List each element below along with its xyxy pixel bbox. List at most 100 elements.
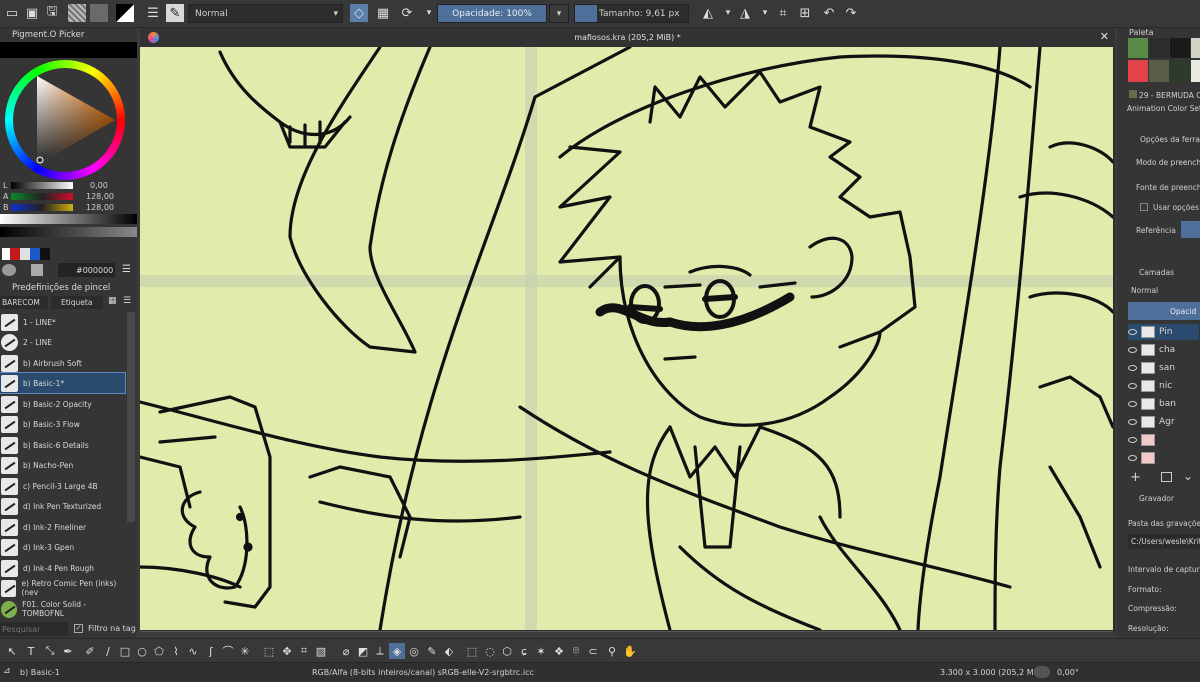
channel-l-value[interactable]: 0,00 — [90, 181, 108, 190]
current-color-bar[interactable] — [0, 42, 137, 58]
dropdown-icon[interactable]: ▾ — [756, 4, 774, 22]
bezier-select-icon[interactable]: ⌾ — [568, 643, 584, 659]
list-item[interactable]: b) Basic-6 Details — [0, 435, 125, 455]
contiguous-select-icon[interactable]: ✶ — [533, 643, 549, 659]
palette-name[interactable]: 29 - BERMUDA C — [1139, 91, 1200, 100]
list-item[interactable]: d) Ink-3 Gpen — [0, 537, 125, 557]
list-item[interactable]: b) Nacho-Pen — [0, 455, 125, 475]
ellipse-tool-icon[interactable]: ○ — [134, 643, 150, 659]
document-tab[interactable]: mafiosos.kra (205,2 MiB) * ✕ — [140, 28, 1115, 47]
opacity-slider[interactable]: Opacidade: 100% — [437, 4, 547, 23]
edit-shapes-icon[interactable]: ⤡ — [42, 643, 58, 659]
move-icon[interactable]: ✥ — [279, 643, 295, 659]
magnetic-select-icon[interactable]: ⊂ — [585, 643, 601, 659]
eye-icon[interactable] — [1128, 365, 1137, 371]
text-tool-icon[interactable]: T — [23, 643, 39, 659]
list-item[interactable]: b) Basic-3 Flow — [0, 414, 125, 434]
transform-icon[interactable]: ⬚ — [261, 643, 277, 659]
bezier-tool-icon[interactable]: ∿ — [185, 643, 201, 659]
mirror-horizontal-icon[interactable]: ◭ — [699, 4, 717, 22]
rectangle-tool-icon[interactable]: □ — [117, 643, 133, 659]
palette-swatch[interactable] — [1170, 60, 1190, 82]
fg-bg-color-swatch[interactable] — [116, 4, 134, 22]
redo-icon[interactable]: ↷ — [842, 4, 860, 22]
palette-swatch[interactable] — [1191, 38, 1200, 58]
list-item[interactable]: b) Basic-1* — [0, 372, 126, 394]
tag-button[interactable]: Etiqueta — [51, 296, 103, 309]
color-history[interactable] — [2, 248, 82, 260]
menu-icon[interactable]: ☰ — [122, 264, 131, 275]
list-item[interactable]: d) Ink Pen Texturized — [0, 496, 125, 516]
smart-patch-icon[interactable]: ✎ — [424, 643, 440, 659]
eye-icon[interactable] — [1128, 329, 1137, 335]
preserve-alpha-icon[interactable]: ▦ — [374, 4, 392, 22]
layer-row[interactable]: Agr — [1128, 414, 1199, 430]
color-picker-icon[interactable]: ⌀ — [338, 643, 354, 659]
menu-icon[interactable]: ☰ — [123, 296, 131, 306]
hex-input[interactable]: #000000 — [58, 263, 115, 277]
palette-icon[interactable] — [31, 264, 43, 276]
layer-row[interactable]: nic — [1128, 378, 1199, 394]
freehand-select-icon[interactable]: ɕ — [516, 643, 532, 659]
brush-status-icon[interactable]: ⊿ — [3, 666, 11, 676]
layer-row[interactable]: san — [1128, 360, 1199, 376]
similar-select-icon[interactable]: ❖ — [551, 643, 567, 659]
calligraphy-icon[interactable]: ✒ — [60, 643, 76, 659]
filter-checkbox[interactable]: ✓ — [74, 624, 83, 633]
preset-tag-select[interactable]: BARECOM — [0, 296, 48, 309]
flow-dropdown[interactable]: ▾ — [549, 4, 569, 23]
reference-button[interactable] — [1181, 221, 1200, 238]
palette-swatch[interactable] — [1170, 38, 1190, 58]
palette-swatch[interactable] — [1191, 60, 1200, 82]
undo-icon[interactable]: ↶ — [820, 4, 838, 22]
polygon-select-icon[interactable]: ⬡ — [499, 643, 515, 659]
mirror-vertical-icon[interactable]: ◮ — [736, 4, 754, 22]
chevron-down-icon[interactable]: ⌄ — [1183, 469, 1193, 483]
channel-b-slider[interactable] — [11, 204, 73, 211]
dropdown-icon[interactable]: ▾ — [420, 4, 438, 22]
channel-l-slider[interactable] — [11, 182, 73, 189]
assistant-icon[interactable]: ◩ — [355, 643, 371, 659]
palette-swatch[interactable] — [1149, 60, 1169, 82]
eraser-mode-icon[interactable]: ◇ — [350, 4, 368, 22]
list-item[interactable]: 2 - LINE — [0, 332, 125, 352]
layer-row[interactable] — [1128, 432, 1199, 448]
rotation-icon[interactable] — [1034, 666, 1050, 678]
freehand-path-icon[interactable]: ʃ — [203, 643, 219, 659]
layer-row[interactable]: ban — [1128, 396, 1199, 412]
polygon-tool-icon[interactable]: ⬠ — [151, 643, 167, 659]
zoom-icon[interactable]: ⚲ — [604, 643, 620, 659]
dropdown-icon[interactable]: ▾ — [719, 4, 737, 22]
brush-tip-icon[interactable] — [2, 264, 16, 276]
pan-icon[interactable]: ✋ — [622, 643, 638, 659]
pattern-swatch[interactable] — [68, 4, 86, 22]
new-document-icon[interactable]: ▭ — [3, 4, 21, 22]
measure-icon[interactable]: ⟂ — [372, 643, 388, 659]
eye-icon[interactable] — [1128, 455, 1137, 461]
fill-tool-icon[interactable]: ◈ — [389, 643, 405, 659]
duplicate-layer-icon[interactable] — [1161, 472, 1172, 482]
close-icon[interactable]: ✕ — [1100, 30, 1109, 43]
list-item[interactable]: b) Basic-2 Opacity — [0, 394, 125, 414]
list-item[interactable]: F01. Color Solid - TOMBOFNL — [0, 599, 125, 619]
canvas-hscroll[interactable] — [140, 631, 1113, 632]
polyline-tool-icon[interactable]: ⌇ — [168, 643, 184, 659]
open-document-icon[interactable]: ▣ — [23, 4, 41, 22]
brush-editor-icon[interactable]: ☰ — [144, 4, 162, 22]
drawing-canvas[interactable] — [140, 47, 1113, 630]
eye-icon[interactable] — [1128, 347, 1137, 353]
add-layer-icon[interactable]: + — [1130, 470, 1141, 485]
gradient-icon[interactable]: ▧ — [313, 643, 329, 659]
lightness-slider[interactable] — [0, 227, 137, 237]
gradient-swatch[interactable] — [90, 4, 108, 22]
dynamic-brush-icon[interactable]: ⌒ — [220, 643, 236, 659]
brush-preset-icon[interactable]: ✎ — [166, 4, 184, 22]
palette-swatch[interactable] — [1128, 60, 1148, 82]
list-item[interactable]: c) Pencil-3 Large 4B — [0, 476, 125, 496]
palette-swatch[interactable] — [1128, 38, 1148, 58]
eye-icon[interactable] — [1128, 401, 1137, 407]
grid-view-icon[interactable]: ▦ — [108, 296, 117, 306]
size-slider[interactable]: Tamanho: 9,61 px — [574, 4, 689, 23]
layer-row[interactable] — [1128, 450, 1199, 466]
preset-search-input[interactable] — [0, 622, 68, 636]
